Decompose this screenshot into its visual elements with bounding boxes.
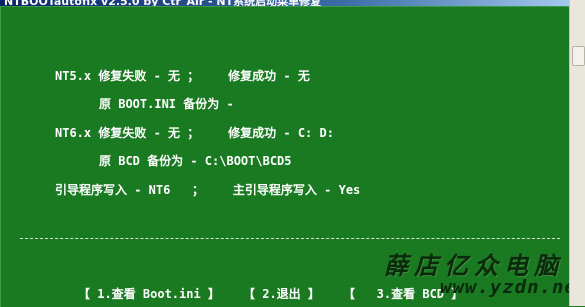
menu-exit-label[interactable]: 【 2.退出 】 [243, 287, 320, 301]
menu-view-bootini[interactable]: 【 1.查看 Boot.ini 】 [78, 285, 220, 302]
scrollbar-thumb[interactable] [572, 46, 585, 66]
nt5-status-line: NT5.x 修复失败 - 无 ； 修复成功 - 无 [55, 69, 310, 83]
divider [20, 238, 560, 239]
boot-write-line: 引导程序写入 - NT6 ； 主引导程序写入 - Yes [55, 183, 361, 197]
nt6-backup-line: 原 BCD 备份为 - C:\BOOT\BCD5 [99, 154, 292, 168]
menu-exit[interactable]: 【 2.退出 】 [243, 285, 320, 302]
watermark-url: www.yzdn.net [440, 276, 585, 298]
vertical-scrollbar[interactable] [569, 0, 585, 306]
menu-view-bootini-label[interactable]: 【 1.查看 Boot.ini 】 [78, 287, 220, 301]
nt5-backup-line: 原 BOOT.INI 备份为 - [99, 97, 234, 111]
nt6-status-line: NT6.x 修复失败 - 无 ； 修复成功 - C: D: [55, 126, 334, 140]
